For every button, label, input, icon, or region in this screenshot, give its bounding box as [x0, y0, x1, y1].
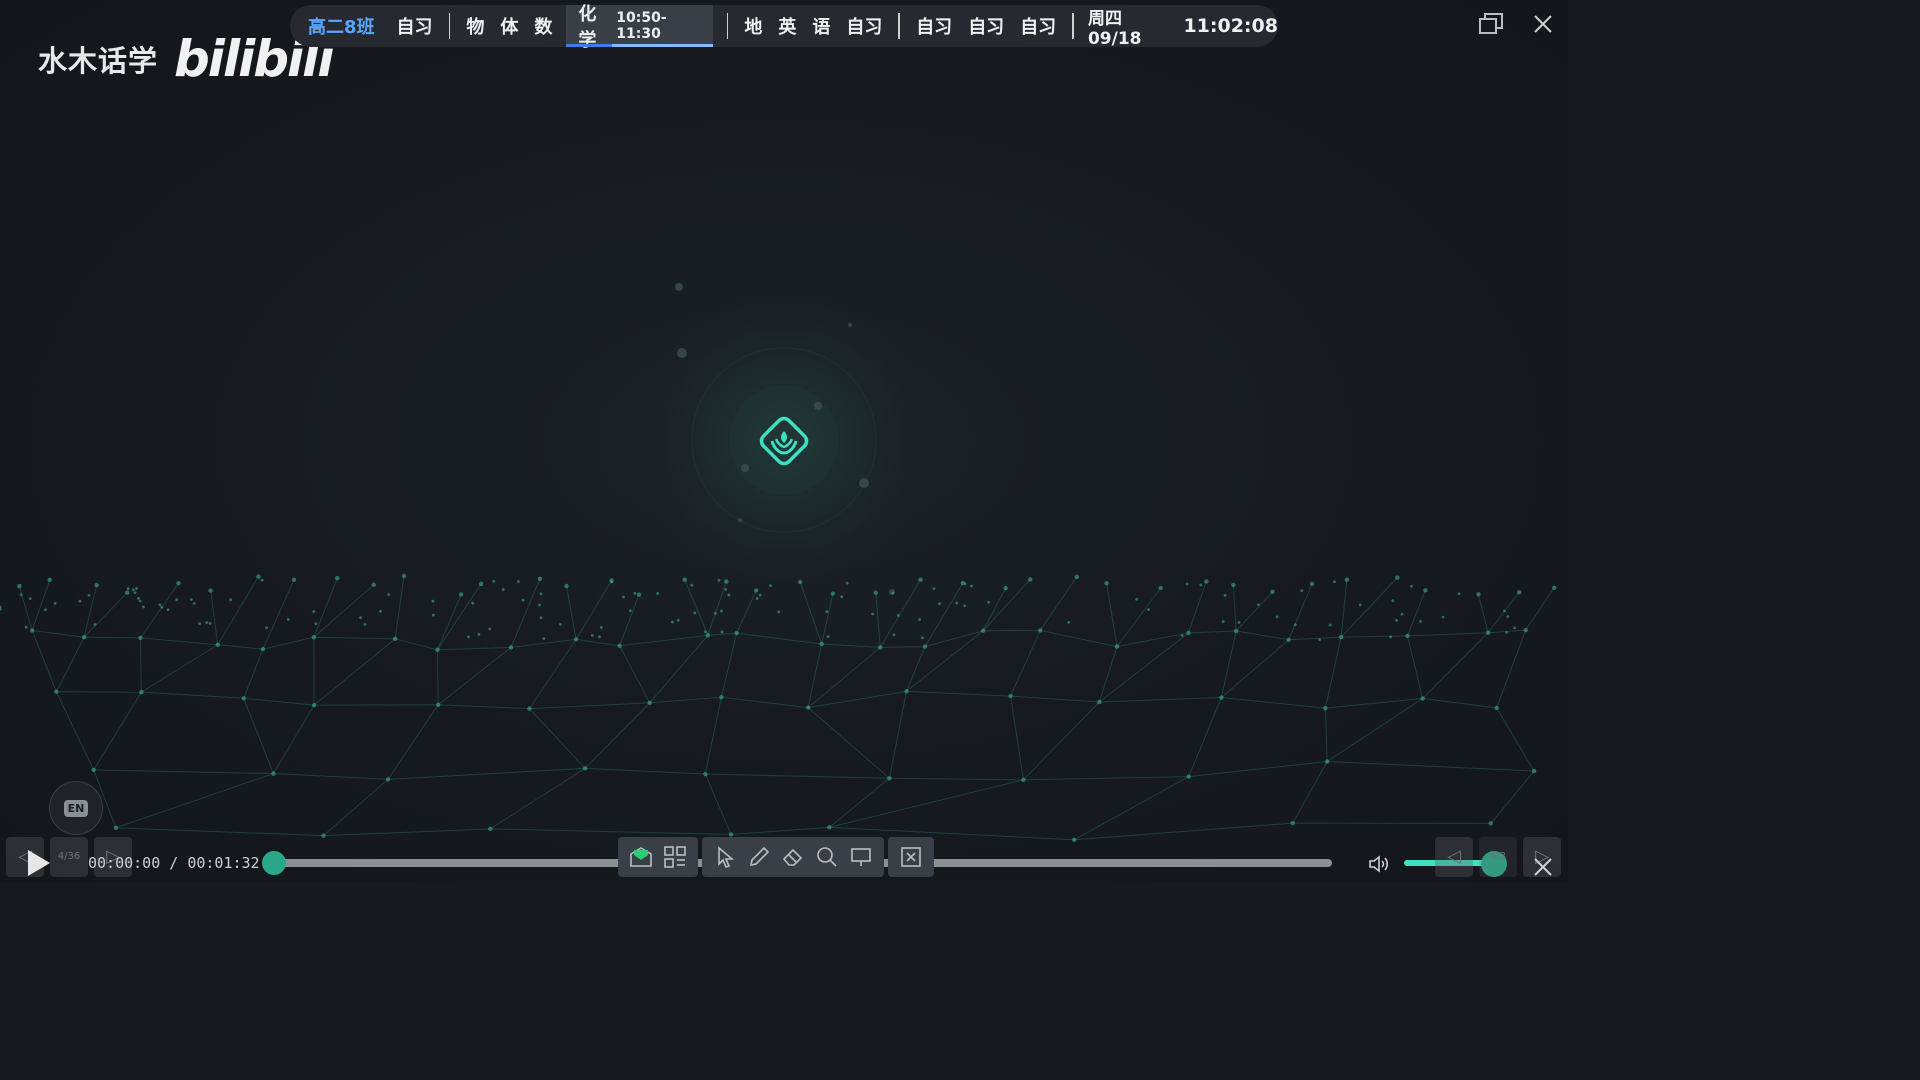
eraser-tool-button[interactable] — [776, 840, 810, 874]
presentation-tool-button[interactable] — [844, 840, 878, 874]
schedule-divider — [448, 13, 451, 39]
tool-group-primary — [618, 837, 698, 877]
language-label: EN — [63, 799, 89, 817]
current-period-time: 10:50-11:30 — [616, 10, 667, 42]
schedule-period: 地 — [744, 17, 763, 38]
schedule-period: 物 — [466, 17, 485, 38]
playback-time: 00:00:00 / 00:01:32 — [88, 854, 260, 872]
channel-watermark: 水木话学 bilibili — [38, 30, 334, 88]
schedule-divider — [898, 13, 901, 39]
pointer-icon — [718, 846, 735, 868]
clock: 11:02:08 — [1183, 15, 1278, 37]
seek-handle[interactable] — [262, 851, 286, 875]
presentation-icon — [851, 848, 871, 866]
current-period: 化学 10:50-11:30 — [566, 4, 713, 51]
restore-window-button[interactable] — [1476, 12, 1506, 42]
eraser-icon — [782, 848, 803, 866]
schedule-period: 自习 — [846, 17, 883, 38]
volume-icon[interactable] — [1367, 852, 1391, 876]
schedule-period: 数 — [534, 17, 553, 38]
page-indicator-right[interactable]: 4/3 — [1479, 837, 1517, 877]
grid-view-button[interactable] — [658, 840, 692, 874]
grid-icon — [664, 846, 686, 868]
schedule-period: 自习 — [396, 17, 433, 38]
class-schedule-bar: 高二8班 自习 物 体 数 化学 10:50-11:30 地 英 语 自习 自习… — [290, 4, 1278, 51]
close-toolbar-button[interactable] — [894, 840, 928, 874]
class-name[interactable]: 高二8班 — [300, 13, 389, 39]
rubbish-bin-button[interactable] — [624, 840, 658, 874]
close-box-icon — [901, 847, 921, 867]
schedule-period: 语 — [812, 17, 831, 38]
hands-leaf-logo-icon — [759, 416, 809, 466]
time-separator: / — [169, 854, 179, 872]
schedule-period: 自习 — [968, 17, 1005, 38]
period-progress-fill — [566, 44, 612, 47]
pen-tool-button[interactable] — [742, 840, 776, 874]
search-tool-button[interactable] — [810, 840, 844, 874]
schedule-divider — [726, 13, 729, 39]
close-icon — [1534, 15, 1552, 33]
weekday-date: 周四 09/18 — [1087, 8, 1142, 49]
schedule-divider — [1072, 13, 1074, 39]
schedule-period: 体 — [500, 17, 519, 38]
tool-group-drawing — [702, 837, 884, 877]
annotation-toolbar — [618, 837, 934, 877]
prev-page-button-right[interactable]: ◁ — [1435, 837, 1473, 877]
total-time: 00:01:32 — [187, 854, 260, 872]
language-toggle-button[interactable]: EN — [49, 781, 103, 835]
search-icon — [817, 847, 837, 867]
restore-window-icon — [1479, 13, 1503, 34]
close-player-icon[interactable] — [1532, 856, 1554, 878]
pen-icon — [749, 846, 770, 867]
schedule-period: 自习 — [916, 17, 953, 38]
tool-group-exit — [888, 837, 934, 877]
chevron-left-icon: ◁ — [1447, 846, 1461, 867]
channel-name: 水木话学 — [38, 44, 159, 78]
page-indicator-left[interactable]: 4/36 — [50, 837, 88, 877]
period-progress-bar — [566, 44, 713, 47]
close-window-button[interactable] — [1528, 12, 1558, 42]
current-time: 00:00:00 — [88, 854, 161, 872]
schedule-period: 自习 — [1020, 17, 1057, 38]
schedule-period: 英 — [778, 17, 797, 38]
rubbish-bin-icon — [630, 847, 652, 867]
slide-screen: 水木话学 bilibili 高二8班 自习 物 体 数 化学 10:50-11:… — [0, 0, 1568, 882]
play-button[interactable] — [28, 850, 50, 876]
pointer-tool-button[interactable] — [708, 840, 742, 874]
